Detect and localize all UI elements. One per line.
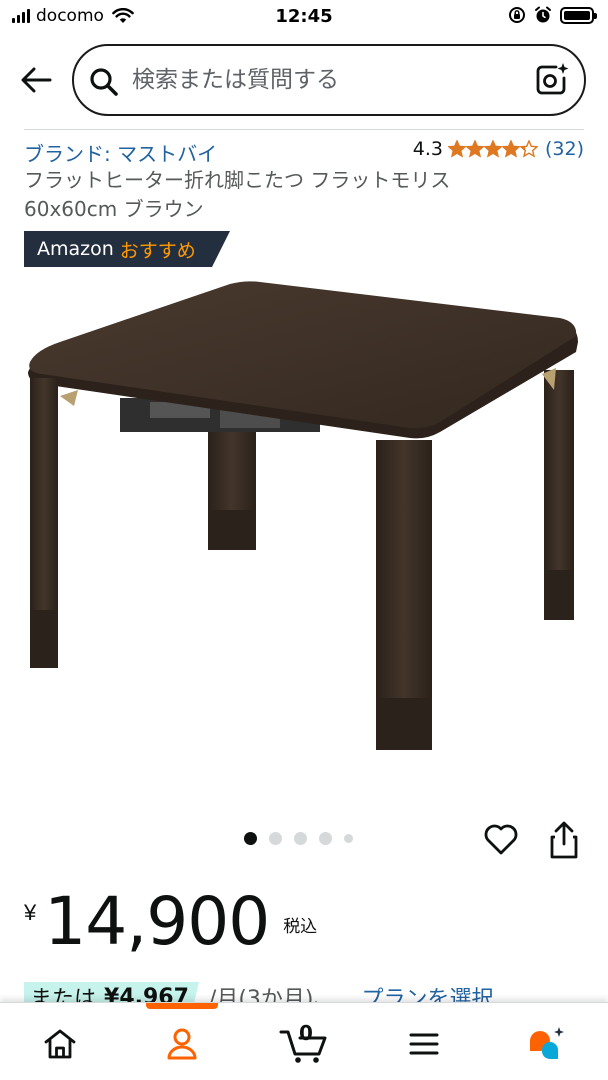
badge-label-recommend: おすすめ [119, 239, 196, 262]
tax-included-label: 税込 [283, 917, 318, 937]
rating-value: 4.3 [412, 138, 443, 160]
share-icon [550, 821, 578, 859]
header-divider [24, 129, 584, 130]
image-pagination[interactable] [244, 832, 353, 845]
back-button[interactable] [14, 62, 58, 98]
account-icon [167, 1028, 197, 1060]
price-amount: 14,900 [44, 883, 270, 960]
star-icon [501, 140, 520, 158]
amazon-choice-badge: Amazon おすすめ [24, 231, 230, 267]
pagination-dot[interactable] [294, 832, 307, 845]
product-title: フラットヒーター折れ脚こたつ フラットモリス 60x60cm ブラウン [24, 168, 451, 221]
product-image[interactable] [20, 280, 588, 760]
pagination-dot[interactable] [319, 832, 332, 845]
nav-account[interactable] [146, 1019, 218, 1069]
alarm-icon [535, 6, 551, 23]
home-icon [44, 1029, 76, 1059]
heart-icon [484, 824, 518, 855]
bottom-nav: 0 [0, 1002, 608, 1080]
back-arrow-icon [21, 67, 52, 93]
star-icon [519, 140, 538, 158]
pagination-dot[interactable] [344, 834, 353, 843]
pagination-dot[interactable] [244, 832, 257, 845]
star-rating [447, 140, 538, 158]
nav-home[interactable] [24, 1019, 96, 1069]
search-icon [90, 68, 118, 96]
cart-count-badge: 0 [299, 1021, 313, 1045]
ai-assistant-icon [530, 1027, 564, 1060]
rotation-lock-icon [509, 7, 525, 23]
star-icon [483, 140, 502, 158]
rating-summary[interactable]: 4.3 (32) [413, 138, 584, 160]
nav-cart[interactable]: 0 [268, 1019, 340, 1069]
hamburger-menu-icon [409, 1033, 439, 1055]
review-count-link[interactable]: (32) [545, 138, 584, 160]
status-bar: docomo 12:45 [0, 0, 608, 34]
share-button[interactable] [545, 820, 583, 860]
brand-link[interactable]: ブランド: マストバイ [24, 138, 217, 167]
camera-search-icon[interactable] [534, 62, 570, 98]
active-tab-indicator [146, 1003, 218, 1009]
pagination-dot[interactable] [269, 832, 282, 845]
kotatsu-table-illustration [28, 281, 578, 750]
search-header [0, 40, 608, 120]
nav-ai-assistant[interactable] [510, 1019, 582, 1069]
badge-label-amazon: Amazon [37, 238, 114, 260]
add-to-list-button[interactable] [482, 820, 520, 858]
nav-menu[interactable] [388, 1019, 460, 1069]
price-currency: ¥ [24, 900, 37, 925]
search-bar[interactable] [72, 44, 586, 116]
star-icon [447, 140, 466, 158]
search-input[interactable] [132, 60, 512, 100]
status-right [508, 6, 597, 24]
price-block: ¥ 14,900 税込 [24, 886, 317, 958]
star-icon [465, 140, 484, 158]
battery-icon [560, 6, 597, 24]
